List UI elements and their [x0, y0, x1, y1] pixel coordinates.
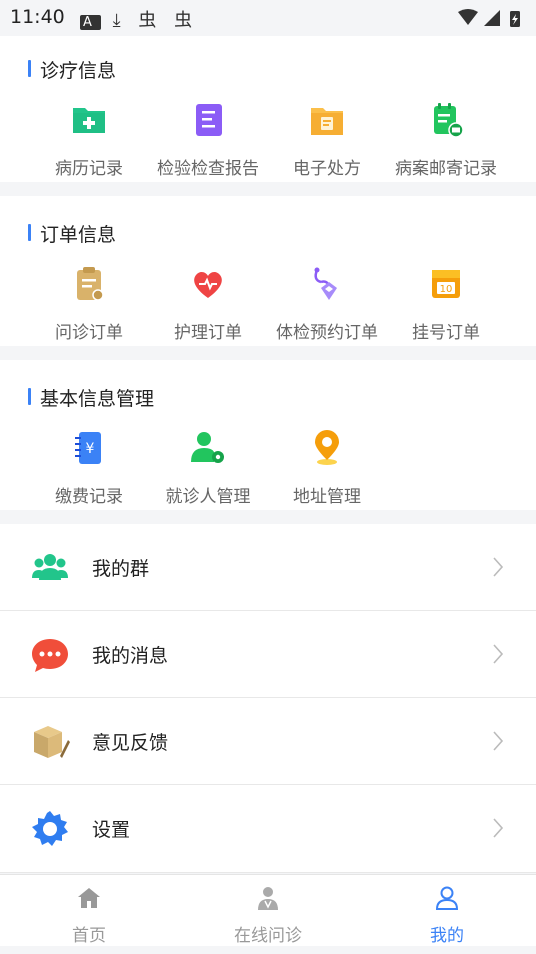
- tab-online-consultation[interactable]: 在线问诊: [179, 875, 357, 947]
- tab-home[interactable]: 首页: [0, 875, 178, 947]
- lab-report-item[interactable]: 检验检查报告: [141, 100, 275, 190]
- chevron-right-icon: [493, 644, 504, 664]
- mail-record-item[interactable]: 病案邮寄记录: [379, 100, 513, 190]
- bottom-tab-bar: 首页 在线问诊 我的: [0, 874, 536, 946]
- status-time: 11:40: [10, 6, 65, 28]
- bug-icon: 虫: [174, 10, 199, 31]
- section-medical-info: 诊疗信息 病历记录 检验检查报告 电子处方 病案邮寄记录: [0, 36, 536, 182]
- section-title: 订单信息: [28, 220, 116, 247]
- bug-icon: 虫: [138, 10, 163, 31]
- feedback-box-icon: [34, 726, 70, 758]
- nursing-order-item[interactable]: 护理订单: [141, 264, 275, 354]
- consultation-order-item[interactable]: 问诊订单: [22, 264, 156, 354]
- checkup-order-item[interactable]: 体检预约订单: [260, 264, 394, 354]
- chevron-right-icon: [493, 731, 504, 751]
- payment-record-item[interactable]: ¥ 缴费记录: [22, 428, 156, 518]
- menu-my-messages[interactable]: 我的消息: [0, 611, 536, 698]
- download-icon: ⤓: [112, 10, 127, 31]
- folder-plus-icon: [73, 108, 105, 133]
- svg-text:10: 10: [440, 284, 453, 295]
- section-order-info: 订单信息 问诊订单 护理订单 体检预约订单 10 挂号订单: [0, 196, 536, 346]
- status-bar: 11:40 A ⤓ 虫 虫: [0, 0, 536, 36]
- notification-a-icon: A: [80, 15, 101, 30]
- section-basic-info: 基本信息管理 ¥ 缴费记录 就诊人管理 地址管理: [0, 360, 536, 510]
- message-icon: [32, 639, 68, 672]
- calendar-icon: 10: [432, 270, 460, 298]
- menu-settings[interactable]: 设置: [0, 785, 536, 873]
- menu-my-groups[interactable]: 我的群: [0, 524, 536, 611]
- address-management-item[interactable]: 地址管理: [260, 428, 394, 518]
- section-title: 基本信息管理: [28, 384, 154, 411]
- e-prescription-item[interactable]: 电子处方: [260, 100, 394, 190]
- medical-record-item[interactable]: 病历记录: [22, 100, 156, 190]
- heart-icon: [194, 272, 222, 298]
- profile-icon: [435, 886, 459, 910]
- home-icon: [78, 888, 100, 908]
- chevron-right-icon: [493, 818, 504, 838]
- menu-feedback[interactable]: 意见反馈: [0, 698, 536, 785]
- signal-battery-icon: [458, 9, 520, 27]
- user-gear-icon: [191, 432, 224, 463]
- location-pin-icon: [315, 430, 339, 465]
- notification-icons: A ⤓ 虫 虫: [80, 6, 198, 32]
- settings-gear-icon: [32, 811, 68, 846]
- mail-record-icon: [434, 103, 464, 138]
- report-icon: [196, 104, 222, 136]
- patient-management-item[interactable]: 就诊人管理: [141, 428, 275, 518]
- bottom-gesture-area: [0, 946, 536, 954]
- group-icon: [32, 554, 68, 580]
- chevron-right-icon: [493, 557, 504, 577]
- tab-mine[interactable]: 我的: [358, 875, 536, 947]
- doctor-icon: [258, 887, 278, 910]
- system-icons: [456, 8, 526, 32]
- section-title: 诊疗信息: [28, 56, 116, 83]
- registration-order-item[interactable]: 10 挂号订单: [379, 264, 513, 354]
- clipboard-icon: [77, 267, 104, 301]
- prescription-folder-icon: [311, 108, 343, 135]
- payment-icon: ¥: [75, 432, 101, 464]
- svg-text:¥: ¥: [86, 441, 95, 457]
- stethoscope-icon: [314, 267, 337, 300]
